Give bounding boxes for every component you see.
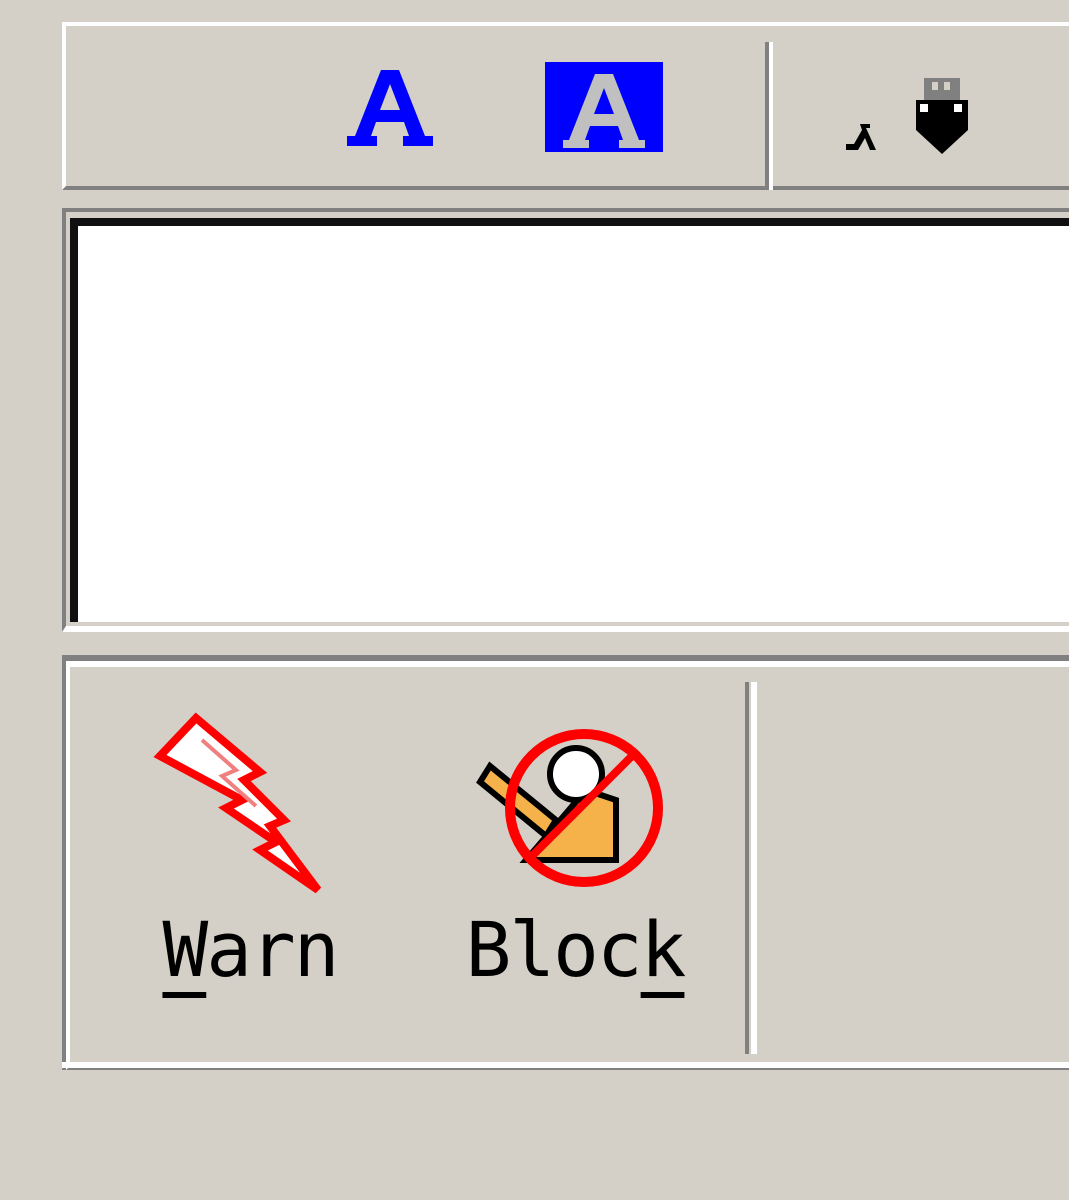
warn-label: Warn	[162, 905, 339, 994]
im-window-fragment: Warn Block	[0, 0, 1069, 1200]
block-label: Block	[465, 905, 687, 994]
message-input[interactable]	[70, 218, 1069, 622]
toolbar-separator-bottom	[745, 682, 757, 1054]
font-highlight-icon[interactable]	[545, 62, 663, 152]
warn-mnemonic: W	[162, 905, 208, 994]
emoticon-icon[interactable]	[840, 78, 970, 158]
block-mnemonic: k	[640, 905, 687, 994]
toolbar-bottom-edge	[62, 1062, 1069, 1068]
block-hand-icon	[466, 710, 676, 904]
font-color-icon[interactable]	[345, 62, 435, 150]
block-button[interactable]: Block	[450, 700, 700, 1010]
toolbar-separator	[765, 42, 773, 190]
message-text-area[interactable]	[62, 208, 1069, 632]
warn-button[interactable]: Warn	[140, 700, 360, 1010]
lightning-bolt-icon	[152, 710, 332, 904]
